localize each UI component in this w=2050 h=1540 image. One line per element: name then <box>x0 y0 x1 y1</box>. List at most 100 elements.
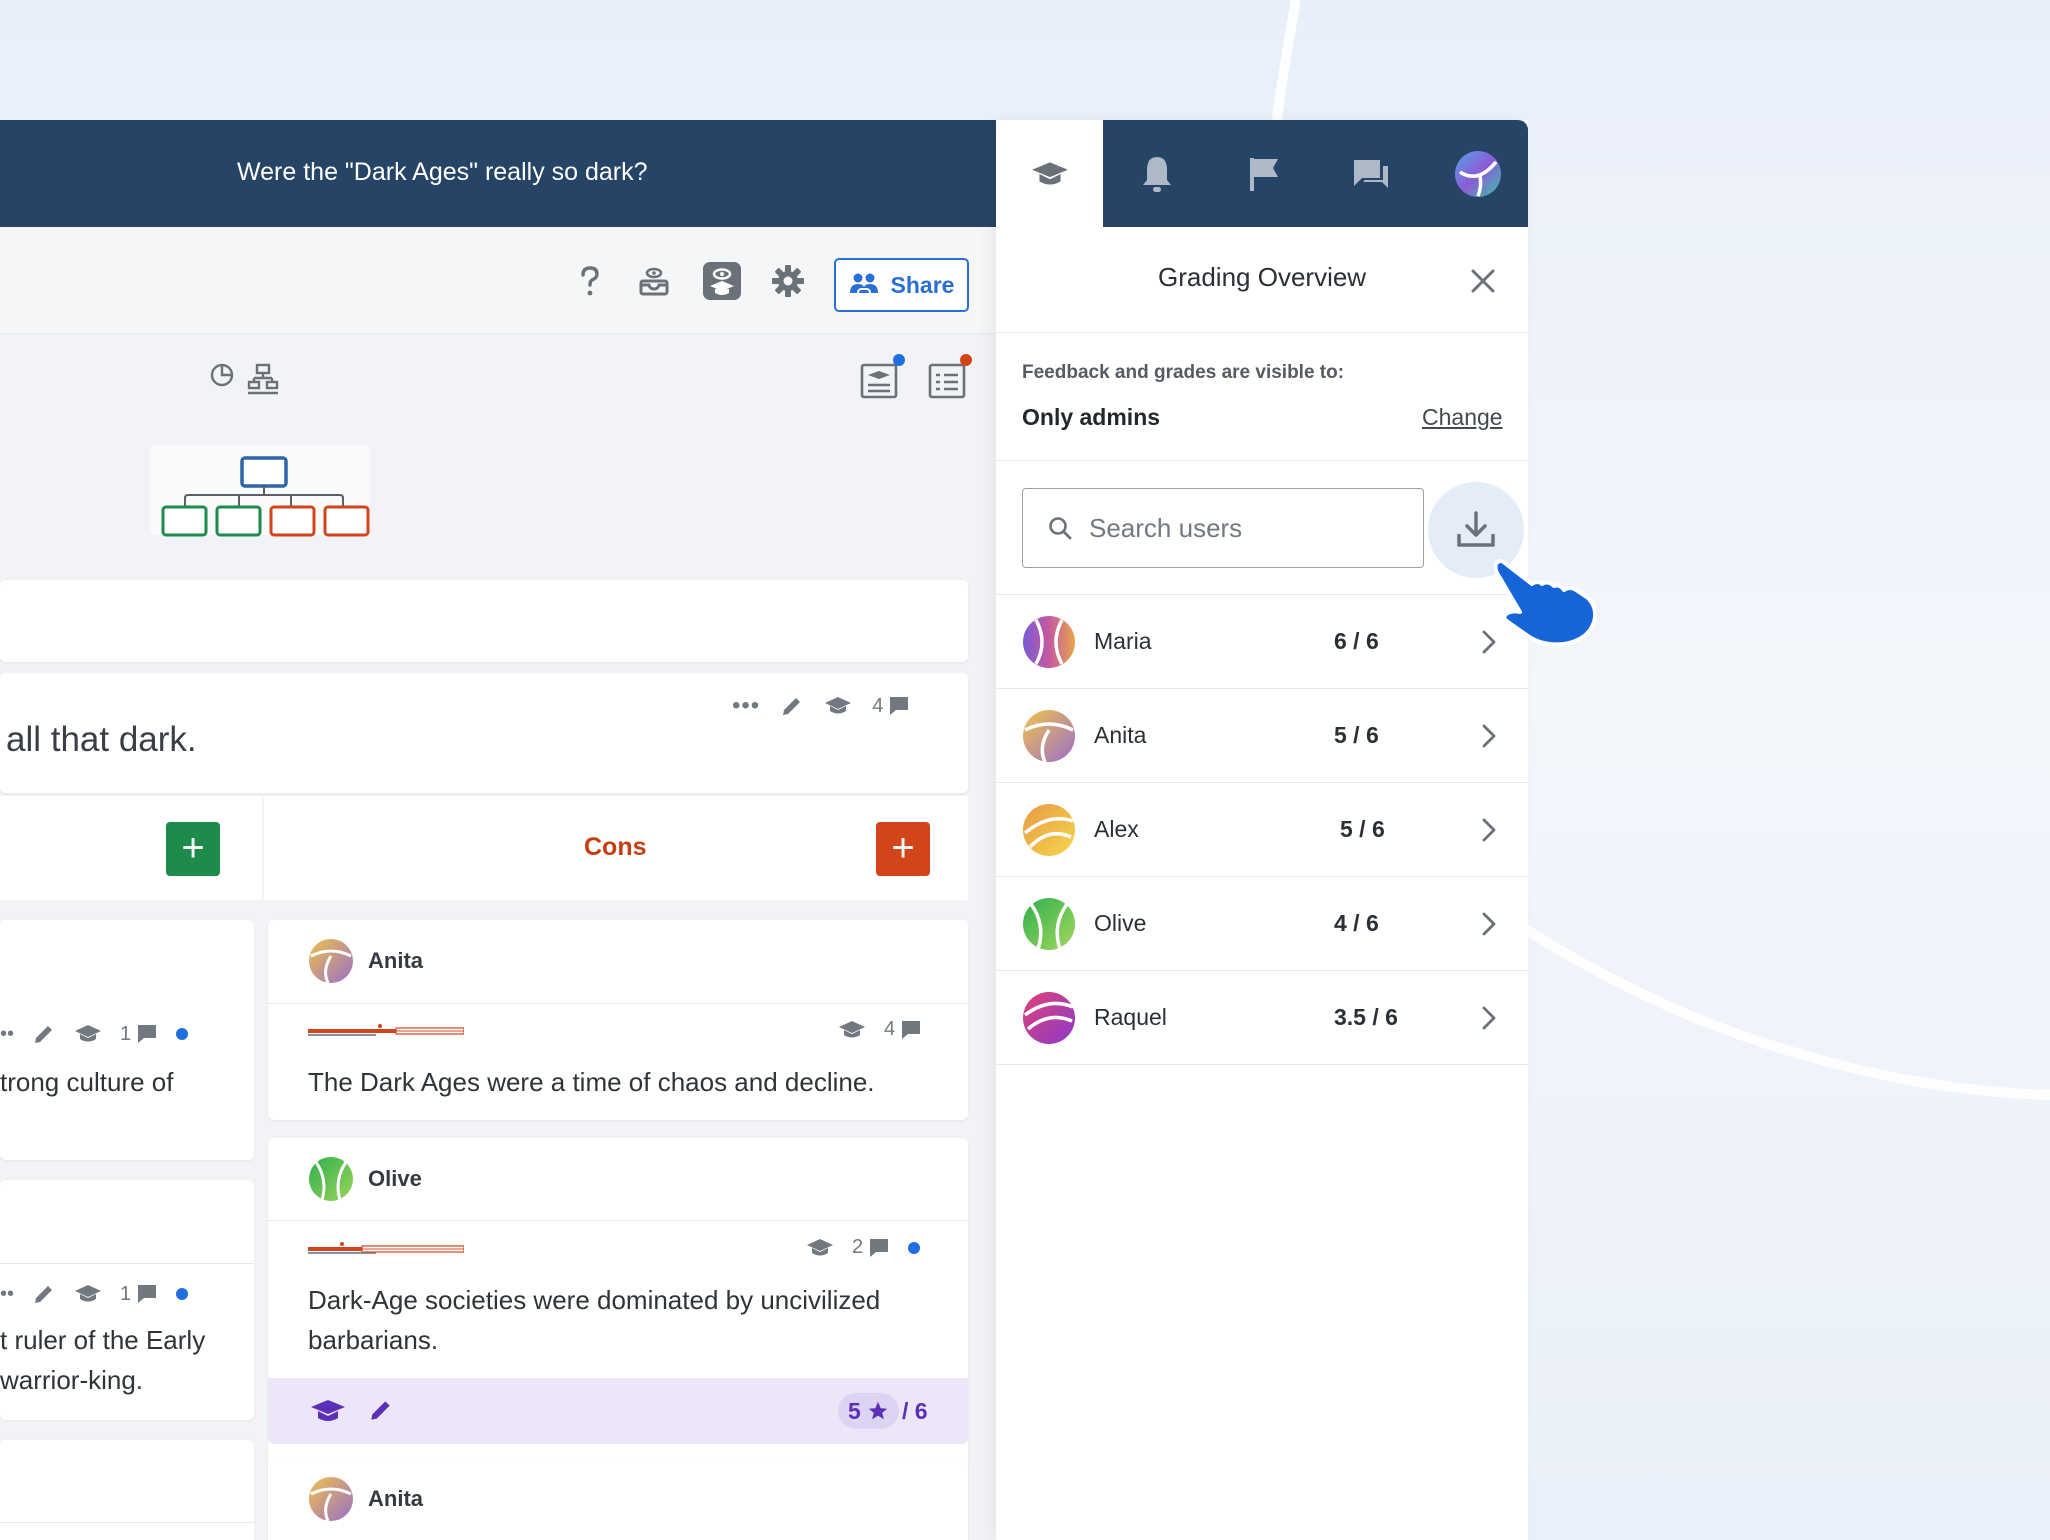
thesis-comment-count: 4 <box>872 694 884 717</box>
pro-card[interactable] <box>0 1440 254 1540</box>
visibility-label: Feedback and grades are visible to: <box>1022 362 1345 383</box>
user-row-anita[interactable]: Anita 5 / 6 <box>996 689 1528 783</box>
user-score: 6 / 6 <box>1334 628 1379 654</box>
comment-icon[interactable] <box>136 1283 158 1305</box>
con-card-author: Olive <box>308 1156 422 1202</box>
comment-icon[interactable] <box>900 1019 922 1041</box>
chevron-right-icon <box>1482 818 1496 842</box>
pro-card-text-line1: t ruler of the Early <box>0 1325 206 1355</box>
con-card-actions: 4 <box>838 1018 922 1041</box>
pro-card-text: trong culture of <box>0 1067 174 1097</box>
top-bar: Were the "Dark Ages" really so dark? <box>0 120 996 227</box>
panel-tab-bar <box>996 120 1528 227</box>
comment-count: 1 <box>120 1282 132 1305</box>
inbox-icon[interactable] <box>636 263 672 299</box>
tree-view-icon[interactable] <box>247 363 279 395</box>
search-users-input[interactable] <box>1089 512 1389 544</box>
user-row-raquel[interactable]: Raquel 3.5 / 6 <box>996 971 1528 1065</box>
graduation-cap-icon <box>1031 161 1068 185</box>
star-icon <box>868 1401 887 1420</box>
avatar <box>1023 804 1075 856</box>
pro-card-actions: •• 1 <box>0 1022 189 1046</box>
thesis-actions: ••• 4 <box>732 692 910 720</box>
change-visibility-link[interactable]: Change <box>1422 404 1503 431</box>
comment-icon[interactable] <box>868 1237 890 1259</box>
help-icon[interactable] <box>572 263 608 299</box>
list-view-icon[interactable] <box>928 354 972 399</box>
unread-dot <box>176 1028 189 1040</box>
avatar <box>1023 898 1075 950</box>
divider <box>268 1220 968 1221</box>
comment-count: 4 <box>884 1018 896 1040</box>
share-users-icon <box>849 273 878 297</box>
hand-pointer-icon <box>1493 559 1598 647</box>
pro-card-actions: •• 1 <box>0 1282 189 1306</box>
tab-flags[interactable] <box>1210 120 1317 227</box>
con-card-author: Anita <box>308 1476 423 1522</box>
divider <box>0 1522 254 1523</box>
user-row-maria[interactable]: Maria 6 / 6 <box>996 595 1528 689</box>
tab-profile[interactable] <box>1424 120 1531 227</box>
search-icon <box>1049 517 1072 540</box>
avatar <box>309 1477 353 1522</box>
discussion-title: Were the "Dark Ages" really so dark? <box>237 158 648 186</box>
thesis-text: all that dark. <box>6 720 197 759</box>
share-button[interactable]: Share <box>834 258 969 312</box>
grade-total: / 6 <box>902 1398 928 1424</box>
more-icon[interactable]: •• <box>0 1283 14 1306</box>
con-card-actions: 2 <box>806 1236 921 1259</box>
divider <box>0 1263 254 1264</box>
comment-count: 1 <box>120 1022 132 1045</box>
grade-badge[interactable]: 5 <box>838 1393 899 1429</box>
share-label: Share <box>890 271 955 298</box>
user-score: 4 / 6 <box>1334 910 1379 936</box>
pencil-icon[interactable] <box>32 1282 56 1306</box>
pencil-icon[interactable] <box>780 694 804 718</box>
sunburst-view-icon[interactable] <box>210 363 234 387</box>
guided-icon[interactable] <box>702 261 742 301</box>
gear-icon[interactable] <box>770 263 806 299</box>
pencil-icon[interactable] <box>32 1022 56 1046</box>
comment-icon[interactable] <box>888 695 910 717</box>
graduation-cap-icon[interactable] <box>838 1019 866 1041</box>
tab-notifications[interactable] <box>1103 120 1210 227</box>
bell-icon <box>1142 156 1171 192</box>
comment-icon[interactable] <box>136 1023 158 1045</box>
graduation-cap-icon[interactable] <box>74 1283 102 1305</box>
add-con-button[interactable]: + <box>876 822 930 876</box>
grading-panel: Grading Overview Feedback and grades are… <box>996 120 1528 1540</box>
pro-card-text-line2: warrior-king. <box>0 1365 144 1395</box>
graduation-cap-icon[interactable] <box>806 1237 834 1259</box>
tab-chat[interactable] <box>1317 120 1424 227</box>
pros-column-header <box>0 796 262 900</box>
thesis-header-card <box>0 580 968 662</box>
graduation-cap-icon[interactable] <box>310 1397 346 1425</box>
user-row-olive[interactable]: Olive 4 / 6 <box>996 877 1528 971</box>
user-row-alex[interactable]: Alex 5 / 6 <box>996 783 1528 877</box>
chevron-right-icon <box>1482 724 1496 748</box>
discussion-app: Were the "Dark Ages" really so dark? Sha… <box>0 120 996 1540</box>
tab-grading[interactable] <box>996 120 1103 227</box>
news-feed-icon[interactable] <box>860 354 905 399</box>
close-icon[interactable] <box>1468 266 1498 296</box>
more-icon[interactable]: ••• <box>732 692 760 720</box>
flag-icon <box>1249 157 1278 191</box>
avatar <box>309 1157 353 1201</box>
user-score: 5 / 6 <box>1334 722 1379 748</box>
divider <box>996 460 1528 461</box>
avatar <box>1023 992 1075 1044</box>
avatar <box>1023 710 1075 763</box>
graduation-cap-icon[interactable] <box>74 1023 102 1045</box>
avatar <box>309 939 353 984</box>
con-card-text-line1: Dark-Age societies were dominated by unc… <box>308 1285 881 1315</box>
add-pro-button[interactable]: + <box>166 822 220 876</box>
cons-label: Cons <box>584 833 647 861</box>
search-field[interactable] <box>1022 488 1424 568</box>
con-card-text-line2: barbarians. <box>308 1325 439 1355</box>
more-icon[interactable]: •• <box>0 1023 14 1046</box>
graduation-cap-icon[interactable] <box>824 695 852 717</box>
chat-icon <box>1353 159 1388 188</box>
user-score: 3.5 / 6 <box>1334 1004 1398 1030</box>
pencil-icon[interactable] <box>368 1397 394 1423</box>
unread-dot <box>908 1241 921 1254</box>
